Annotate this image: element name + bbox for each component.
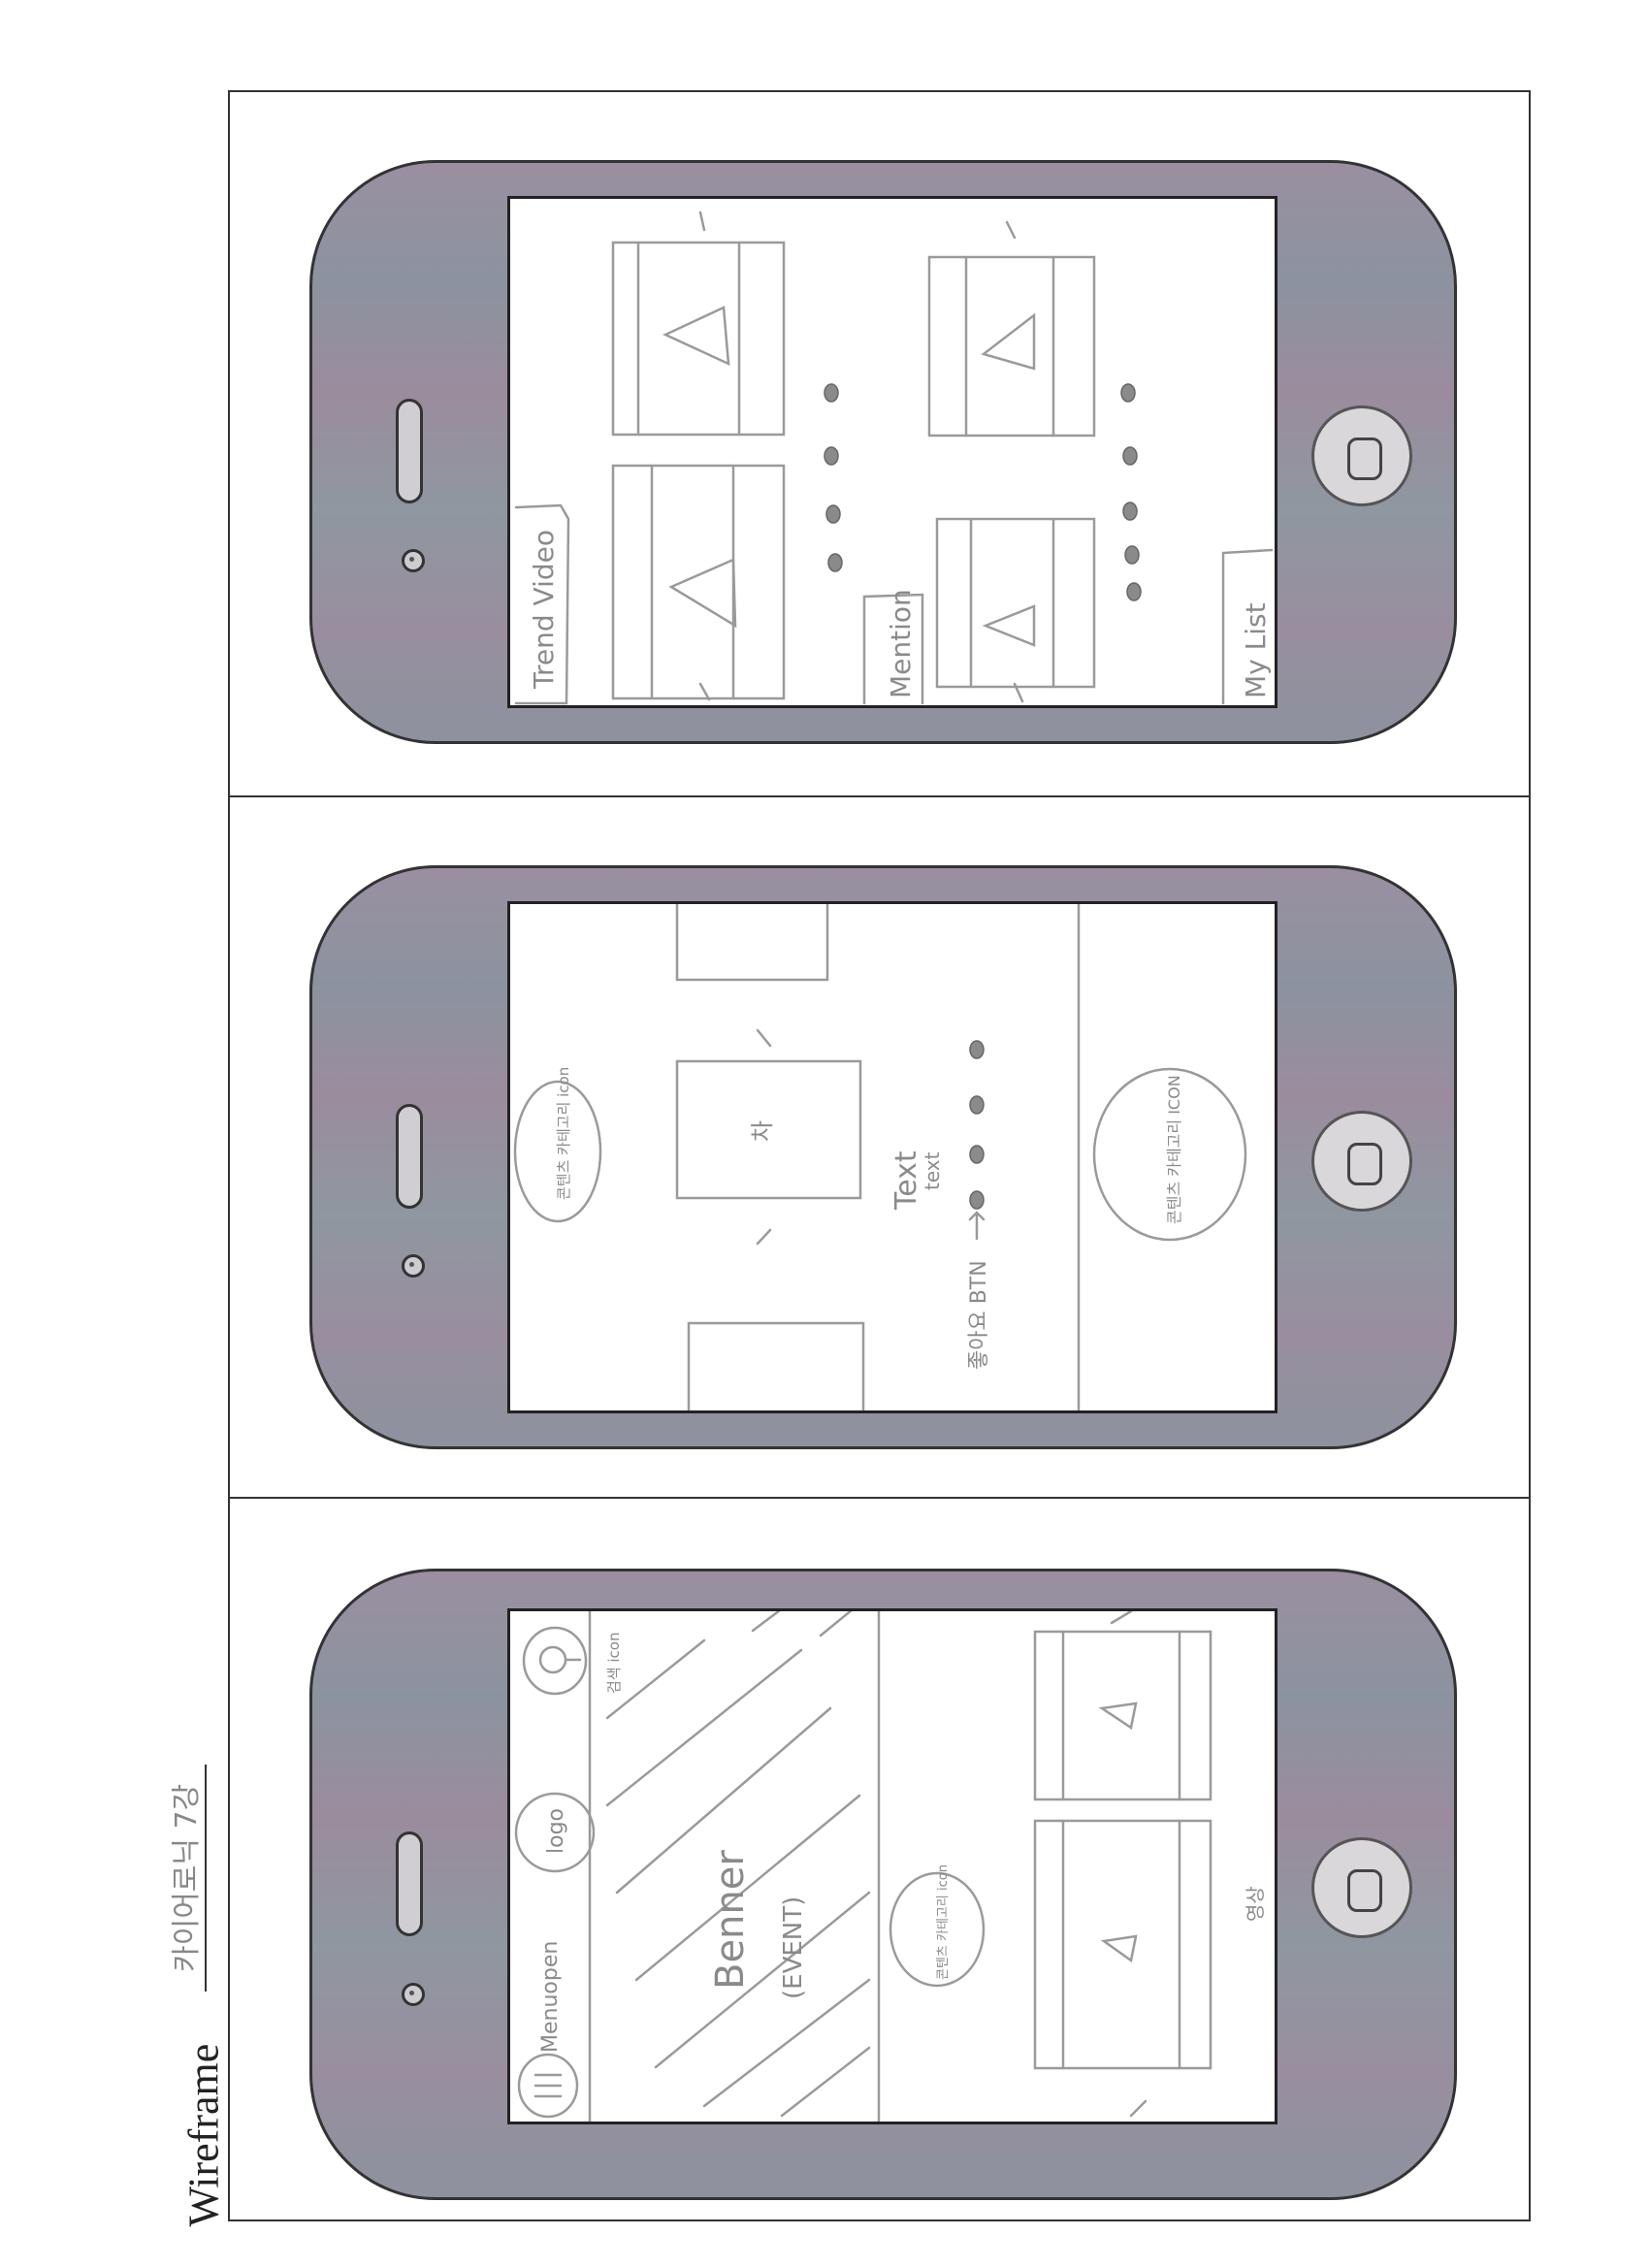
speaker-icon [396, 1831, 423, 1936]
category-label-top: 콘텐츠 카테고리 icon [555, 1067, 572, 1200]
text-sub: text [921, 1151, 944, 1190]
camera-icon [402, 1983, 425, 2006]
next-card [687, 1321, 865, 1410]
panel-divider [228, 1497, 1531, 1499]
prev-card [675, 904, 829, 982]
pagination-dots[interactable] [824, 383, 843, 572]
content-card[interactable]: 차 [675, 1059, 862, 1200]
video-caption: 영상 [1244, 1886, 1267, 1922]
like-button-label: 좋아요 BTN [967, 1260, 991, 1370]
video-thumbnail[interactable] [1033, 1630, 1212, 1801]
pagination-dots[interactable] [969, 1040, 985, 1210]
menu-open-label: Menuopen [538, 1941, 563, 2053]
video-thumbnail[interactable] [1033, 1819, 1212, 2070]
detail-sketch: 콘텐츠 카테고리 icon 차 Text text 좋아요 BTN 콘텐츠 카테… [513, 904, 1247, 1410]
home-sketch: Menuopen logo 검색 icon Benner (EVENT) 콘텐츠… [514, 1611, 1267, 2122]
banner-sub: (EVENT) [779, 1896, 808, 1999]
menu-button[interactable]: Menuopen [517, 1941, 579, 2119]
category-icon-bottom[interactable]: 콘텐츠 카테고리 ICON [1092, 1067, 1247, 1242]
chevron-down-icon [756, 1228, 772, 1246]
pagination-dots[interactable] [1120, 383, 1142, 601]
screen-detail: 콘텐츠 카테고리 icon 차 Text text 좋아요 BTN 콘텐츠 카테… [507, 901, 1277, 1413]
category-icon[interactable]: 콘텐츠 카테고리 icon [889, 1864, 986, 1988]
category-icon-top[interactable]: 콘텐츠 카테고리 icon [513, 1067, 602, 1223]
category-label: 콘텐츠 카테고리 icon [936, 1864, 951, 1980]
play-icon [1098, 1701, 1138, 1731]
chevron-down-icon [1129, 2099, 1148, 2118]
video-thumbnail[interactable] [611, 241, 786, 437]
speaker-icon [396, 1104, 423, 1209]
video-thumbnail[interactable] [927, 255, 1096, 437]
my-list-label: My List [1240, 602, 1272, 698]
speaker-icon [396, 399, 423, 503]
card-label: 차 [749, 1120, 776, 1142]
phone-home: Menuopen logo 검색 icon Benner (EVENT) 콘텐츠… [309, 1569, 1457, 2200]
subtitle-text: 카이어로닉 7강 [162, 1764, 207, 1992]
search-label: 검색 icon [605, 1633, 623, 1694]
home-button[interactable] [1311, 1837, 1412, 1938]
video-thumbnail[interactable] [611, 464, 786, 700]
event-banner[interactable]: Benner (EVENT) [605, 1611, 874, 2118]
chevron-up-icon [698, 211, 706, 232]
mention-tab[interactable]: Mention [862, 589, 924, 705]
my-list-tab[interactable]: My List [1221, 548, 1274, 705]
page-subtitle: 카이어로닉 7강 [162, 1604, 207, 1992]
banner-label: Benner [708, 1850, 753, 1990]
play-icon [663, 306, 730, 367]
hamburger-icon [534, 2073, 563, 2098]
video-thumbnail[interactable] [935, 517, 1096, 689]
home-button[interactable] [1311, 405, 1412, 506]
play-icon [1100, 1934, 1138, 1963]
like-button[interactable]: 좋아요 BTN [967, 1211, 991, 1370]
trend-video-tab[interactable]: Trend Video [514, 503, 570, 705]
logo[interactable]: logo [514, 1792, 596, 1873]
chevron-up-icon [1005, 220, 1017, 240]
mention-label: Mention [885, 589, 917, 698]
search-icon [538, 1645, 567, 1674]
logo-label: logo [544, 1808, 568, 1854]
play-icon [981, 312, 1036, 371]
play-icon [982, 604, 1036, 647]
chevron-up-icon [756, 1028, 772, 1048]
search-button[interactable]: 검색 icon [522, 1626, 623, 1696]
camera-icon [402, 549, 425, 572]
panel-divider [228, 795, 1531, 797]
phone-list: Trend Video Mention My List [309, 160, 1457, 744]
phone-detail: 콘텐츠 카테고리 icon 차 Text text 좋아요 BTN 콘텐츠 카테… [309, 865, 1457, 1449]
chevron-up-icon [1110, 1611, 1133, 1625]
list-sketch: Trend Video Mention My List [514, 211, 1274, 705]
camera-icon [402, 1254, 425, 1278]
category-label-bottom: 콘텐츠 카테고리 ICON [1165, 1075, 1183, 1224]
text-title: Text [889, 1150, 923, 1211]
page-title: Wireframe [179, 2043, 228, 2227]
play-icon [668, 558, 737, 629]
screen-home: Menuopen logo 검색 icon Benner (EVENT) 콘텐츠… [507, 1608, 1277, 2124]
home-button[interactable] [1311, 1111, 1412, 1212]
chevron-down-icon [698, 682, 711, 701]
trend-video-label: Trend Video [528, 530, 560, 690]
screen-list: Trend Video Mention My List [507, 196, 1277, 708]
